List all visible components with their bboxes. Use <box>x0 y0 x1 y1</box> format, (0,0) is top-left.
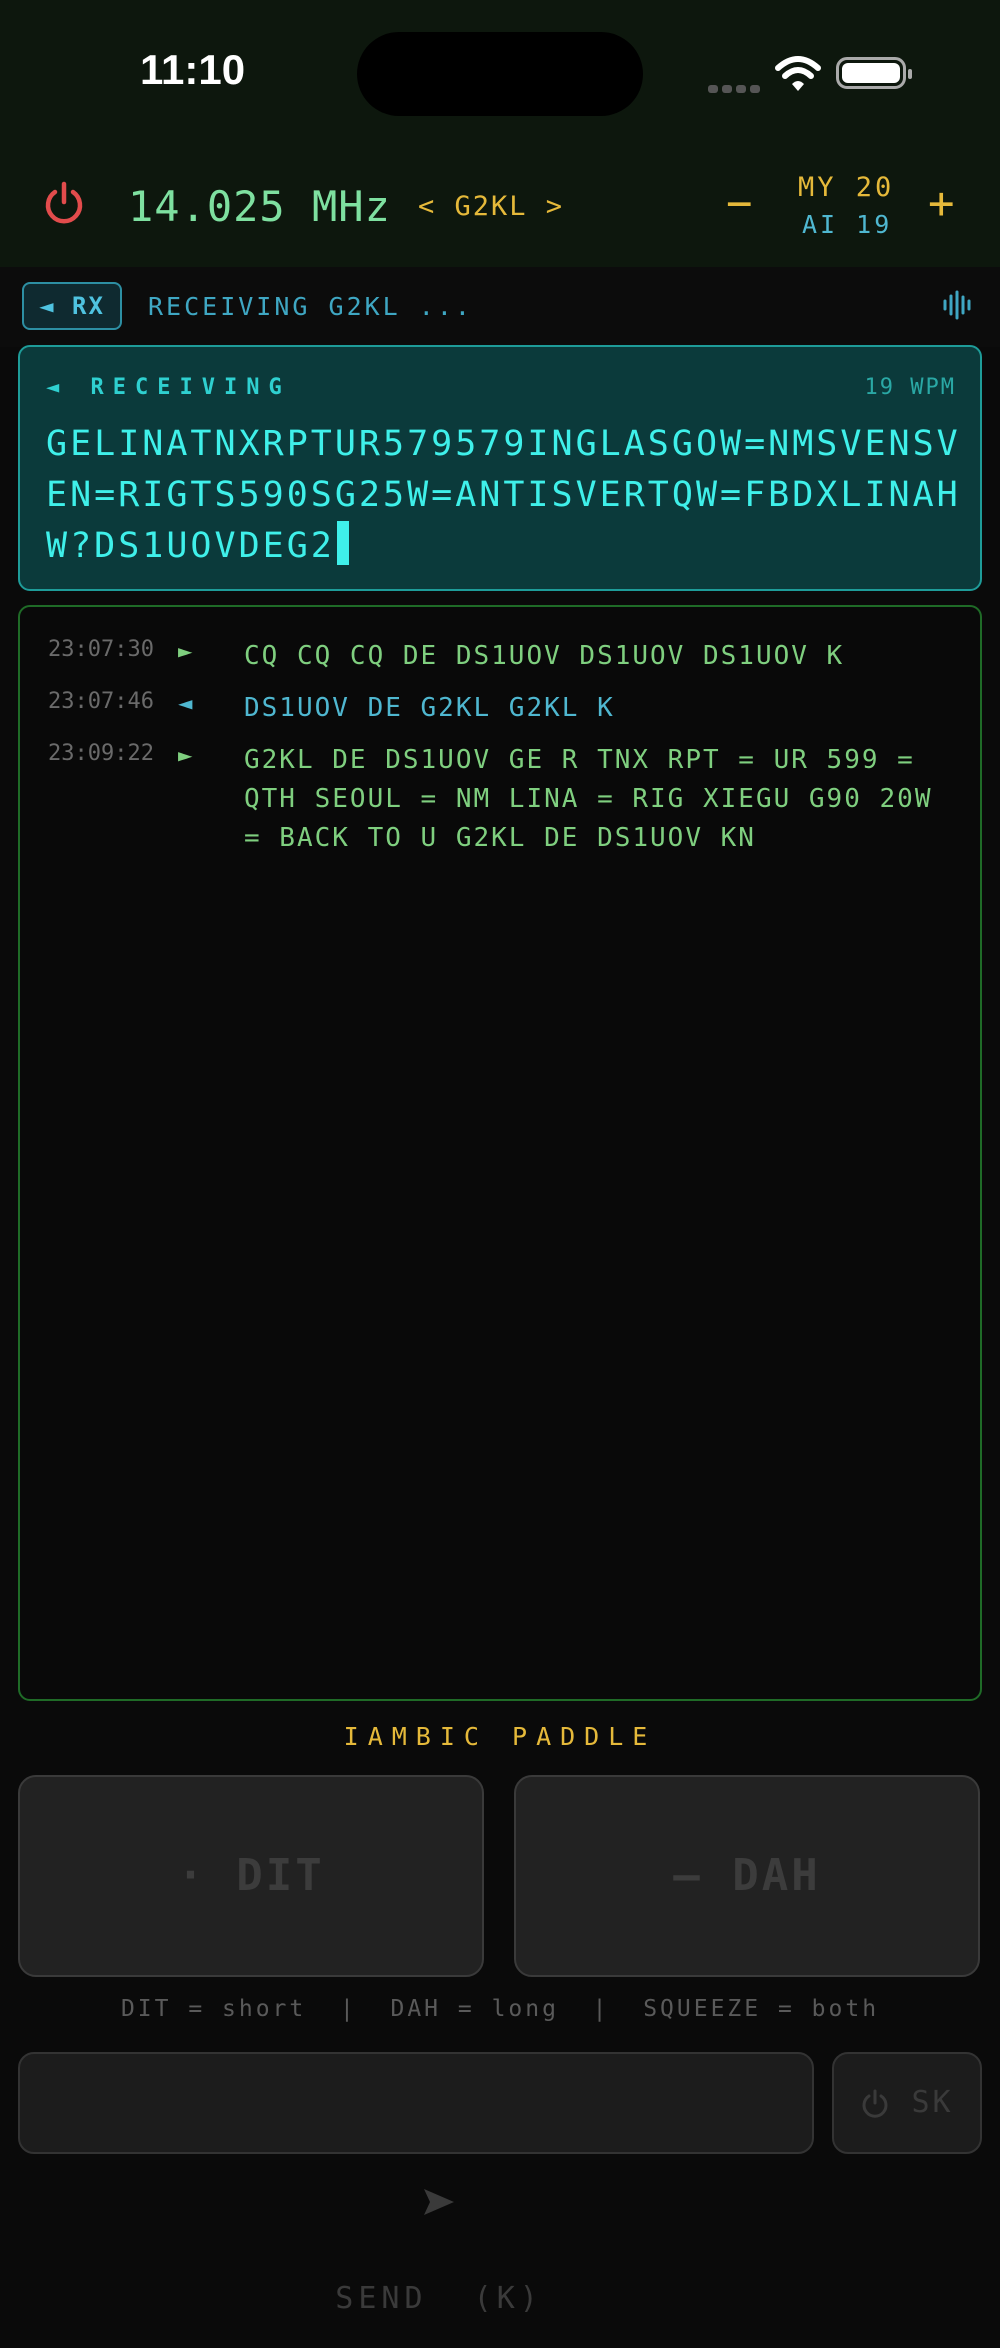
dit-paddle-button[interactable]: · DIT <box>18 1775 484 1977</box>
receiving-text-content: GELINATNXRPTUR579579INGLASGOW=NMSVENSVEN… <box>46 424 961 566</box>
log-direction-icon: ► <box>178 741 193 769</box>
wpm-increase-button[interactable]: + <box>928 178 955 229</box>
paddle-hint: DIT = short | DAH = long | SQUEEZE = bot… <box>120 1996 880 2022</box>
log-timestamp: 23:07:30 <box>48 637 154 662</box>
sk-label: SK <box>911 2085 954 2120</box>
log-message: DS1UOV DE G2KL G2KL K <box>244 693 615 723</box>
wifi-icon <box>775 56 821 91</box>
receiving-text: GELINATNXRPTUR579579INGLASGOW=NMSVENSVEN… <box>46 419 966 572</box>
qso-log[interactable]: 23:07:30 ► CQ CQ CQ DE DS1UOV DS1UOV DS1… <box>18 605 982 1701</box>
log-direction-icon: ► <box>178 637 193 665</box>
power-icon[interactable] <box>40 180 88 228</box>
rx-status-text: RECEIVING G2KL ... <box>148 292 473 321</box>
power-icon <box>862 2089 888 2118</box>
ai-wpm: AI 19 <box>802 210 893 239</box>
log-message: CQ CQ CQ DE DS1UOV DS1UOV DS1UOV K <box>244 641 845 671</box>
dynamic-island <box>357 32 643 116</box>
battery-icon <box>836 57 912 89</box>
log-direction-icon: ◄ <box>178 689 193 717</box>
send-button[interactable]: SEND (K) <box>18 2052 814 2316</box>
top-panel: 11:10 14.025 MHz < G2KL > − MY 20 AI 19 … <box>0 0 1000 267</box>
receiving-label: ◄ RECEIVING <box>46 375 291 400</box>
callsign-selector[interactable]: < G2KL > <box>418 191 564 222</box>
log-message: G2KL DE DS1UOV GE R TNX RPT = UR 599 = Q… <box>244 745 933 853</box>
text-cursor <box>336 521 349 565</box>
receiving-panel: ◄ RECEIVING 19 WPM GELINATNXRPTUR579579I… <box>18 345 982 591</box>
cellular-signal-icon <box>708 78 764 97</box>
paddle-title: IAMBIC PADDLE <box>343 1722 657 1751</box>
status-bar: 11:10 <box>0 0 1000 150</box>
send-icon <box>424 2188 455 2215</box>
status-time: 11:10 <box>140 46 246 93</box>
rx-button[interactable]: ◄ RX <box>22 282 122 330</box>
wpm-decrease-button[interactable]: − <box>726 178 753 229</box>
my-wpm: MY 20 <box>798 172 895 203</box>
log-timestamp: 23:07:46 <box>48 689 154 714</box>
sk-button[interactable]: SK <box>832 2052 982 2154</box>
dah-paddle-button[interactable]: — DAH <box>514 1775 980 1977</box>
send-label: SEND (K) <box>335 2281 543 2316</box>
waveform-icon <box>943 290 971 320</box>
receiving-wpm: 19 WPM <box>864 375 956 400</box>
log-timestamp: 23:09:22 <box>48 741 154 766</box>
frequency-display: 14.025 MHz <box>128 182 391 231</box>
